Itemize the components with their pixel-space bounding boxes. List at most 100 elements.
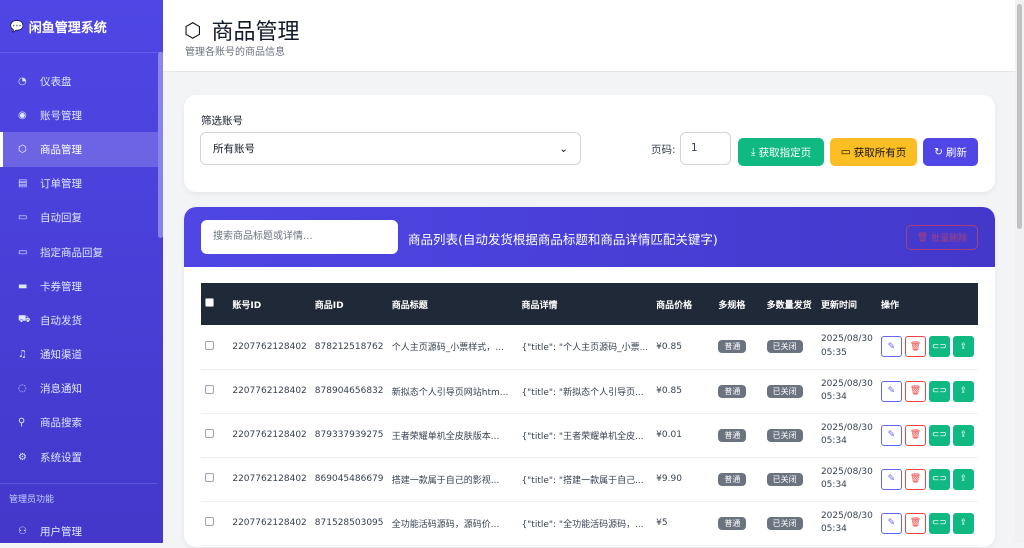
toggle-button[interactable]: ⊂⊃ xyxy=(928,336,950,358)
trash-icon: 🗑 xyxy=(909,474,922,484)
product-detail: {"title": "全功能活码源码，... xyxy=(517,501,653,546)
sidebar-item-4[interactable]: ▭ 自动回复 xyxy=(0,201,158,235)
product-id: 869045486679 xyxy=(310,457,388,502)
sidebar-item-7[interactable]: ⛟ 自动发货 xyxy=(0,303,158,337)
toggle-button[interactable]: ⊂⊃ xyxy=(928,468,950,490)
chevron-down-icon: ⌄ xyxy=(559,142,568,155)
pencil-icon: ✎ xyxy=(887,386,896,396)
column-header: 多数量发货 xyxy=(762,283,817,325)
page-input[interactable]: 1 xyxy=(680,132,731,165)
update-time: 05:34 xyxy=(820,480,847,490)
account-id: 2207762128402 xyxy=(228,369,311,414)
edit-button[interactable]: ✎ xyxy=(880,512,902,534)
box-icon: ⬡ xyxy=(184,18,202,42)
gear-icon: ⚙ xyxy=(18,451,27,463)
batch-delete-button[interactable]: 🗑 批量删除 xyxy=(906,225,978,250)
edit-button[interactable]: ✎ xyxy=(880,380,902,402)
page-scrollbar[interactable] xyxy=(1015,0,1024,543)
table-row: 2207762128402 869045486679 搭建一款属于自己的影视..… xyxy=(201,457,978,502)
sidebar-item-6[interactable]: ▬ 卡券管理 xyxy=(0,269,158,303)
sidebar-item-9[interactable]: ◌ 消息通知 xyxy=(0,372,158,406)
toggle-icon: ⊂⊃ xyxy=(931,518,947,528)
sidebar-item-label: 账号管理 xyxy=(40,109,82,122)
account-select[interactable]: 所有账号 ⌄ xyxy=(200,132,581,165)
products-title: 商品列表(自动发货根据商品标题和商品详情匹配关键字) xyxy=(408,232,718,247)
toggle-button[interactable]: ⊂⊃ xyxy=(928,512,950,534)
account-id: 2207762128402 xyxy=(228,501,311,546)
column-header: 商品价格 xyxy=(652,283,715,325)
delete-button[interactable]: 🗑 xyxy=(904,424,926,446)
row-checkbox[interactable] xyxy=(205,429,214,438)
sidebar-item-5[interactable]: ▭ 指定商品回复 xyxy=(0,235,158,269)
delete-button[interactable]: 🗑 xyxy=(904,468,926,490)
share-button[interactable]: ⇪ xyxy=(952,424,974,446)
pencil-icon: ✎ xyxy=(887,341,896,352)
pencil-icon: ✎ xyxy=(887,430,896,440)
toggle-button[interactable]: ⊂⊃ xyxy=(928,380,950,402)
share-icon: ⇪ xyxy=(959,341,968,352)
sidebar-item-label: 通知渠道 xyxy=(40,349,82,362)
sidebar-item-11[interactable]: ⚙ 系统设置 xyxy=(0,440,158,474)
share-button[interactable]: ⇪ xyxy=(952,512,974,534)
spec-badge: 普通 xyxy=(718,472,747,486)
toggle-icon: ⊂⊃ xyxy=(931,430,947,440)
update-time: 05:34 xyxy=(820,436,847,446)
search-icon: ⚲ xyxy=(18,417,26,429)
brand: 💬 闲鱼管理系统 xyxy=(0,0,163,53)
sidebar-item-10[interactable]: ⚲ 商品搜索 xyxy=(0,406,158,440)
update-date: 2025/08/30 xyxy=(820,378,873,389)
sidebar-scrollbar[interactable] xyxy=(158,52,163,238)
users-icon: ⚇ xyxy=(18,525,27,537)
share-icon: ⇪ xyxy=(959,474,968,484)
account-id: 2207762128402 xyxy=(228,413,311,458)
share-button[interactable]: ⇪ xyxy=(952,336,974,358)
product-title: 搭建一款属于自己的影视... xyxy=(387,457,518,502)
fetch-all-button[interactable]: ▭ 获取所有页 xyxy=(830,138,917,166)
product-title: 新拟态个人引导页网站htm... xyxy=(387,369,518,414)
user-circle-icon: ◉ xyxy=(18,109,27,121)
update-date: 2025/08/30 xyxy=(820,422,873,433)
products-header: 搜索商品标题或详情... 商品列表(自动发货根据商品标题和商品详情匹配关键字) … xyxy=(184,207,995,267)
app-title: 闲鱼管理系统 xyxy=(28,20,107,36)
delete-button[interactable]: 🗑 xyxy=(904,336,926,358)
product-detail: {"title": "新拟态个人引导页... xyxy=(517,369,653,414)
product-price: ¥0.01 xyxy=(652,413,715,458)
fetch-page-button[interactable]: ⤓ 获取指定页 xyxy=(738,138,824,166)
sidebar-item-2[interactable]: ⬡ 商品管理 xyxy=(0,132,158,167)
product-price: ¥9.90 xyxy=(652,457,715,502)
search-input[interactable]: 搜索商品标题或详情... xyxy=(201,220,398,254)
update-date: 2025/08/30 xyxy=(820,510,873,521)
box-icon: ▭ xyxy=(840,146,851,158)
card-icon: ▬ xyxy=(18,280,28,292)
delete-button[interactable]: 🗑 xyxy=(904,380,926,402)
delete-button[interactable]: 🗑 xyxy=(904,512,926,534)
share-button[interactable]: ⇪ xyxy=(952,380,974,402)
refresh-button[interactable]: ↻ 刷新 xyxy=(923,138,978,166)
refresh-label: 刷新 xyxy=(945,146,967,159)
account-select-value: 所有账号 xyxy=(213,143,255,155)
update-time: 05:34 xyxy=(820,524,847,534)
sidebar-item-3[interactable]: ▤ 订单管理 xyxy=(0,167,158,201)
row-checkbox[interactable] xyxy=(205,517,214,526)
sidebar-item-0[interactable]: ◔ 仪表盘 xyxy=(0,64,158,98)
row-checkbox[interactable] xyxy=(205,473,214,482)
sidebar-item-label: 用户管理 xyxy=(40,525,82,538)
filter-card: 筛选账号 所有账号 ⌄ 页码: 1 ⤓ 获取指定页 ▭ 获取所有页 ↻ 刷新 xyxy=(184,95,995,192)
sidebar-item-8[interactable]: ♫ 通知渠道 xyxy=(0,338,158,372)
toggle-icon: ⊂⊃ xyxy=(931,341,947,352)
edit-button[interactable]: ✎ xyxy=(880,468,902,490)
edit-button[interactable]: ✎ xyxy=(880,424,902,446)
sidebar-item-1[interactable]: ◉ 账号管理 xyxy=(0,98,158,132)
row-checkbox[interactable] xyxy=(205,385,214,394)
multi-delivery-badge: 已关闭 xyxy=(766,340,803,354)
toggle-button[interactable]: ⊂⊃ xyxy=(928,424,950,446)
product-price: ¥0.85 xyxy=(652,369,715,414)
spec-badge: 普通 xyxy=(718,384,747,398)
edit-button[interactable]: ✎ xyxy=(880,336,902,358)
row-checkbox[interactable] xyxy=(205,340,214,350)
select-all-checkbox[interactable] xyxy=(205,298,214,307)
share-button[interactable]: ⇪ xyxy=(952,468,974,490)
sidebar-item-label: 商品搜索 xyxy=(40,417,82,430)
table-row: 2207762128402 871528503095 全功能活码源码，源码价..… xyxy=(201,501,978,546)
product-id: 878904656832 xyxy=(310,369,388,414)
